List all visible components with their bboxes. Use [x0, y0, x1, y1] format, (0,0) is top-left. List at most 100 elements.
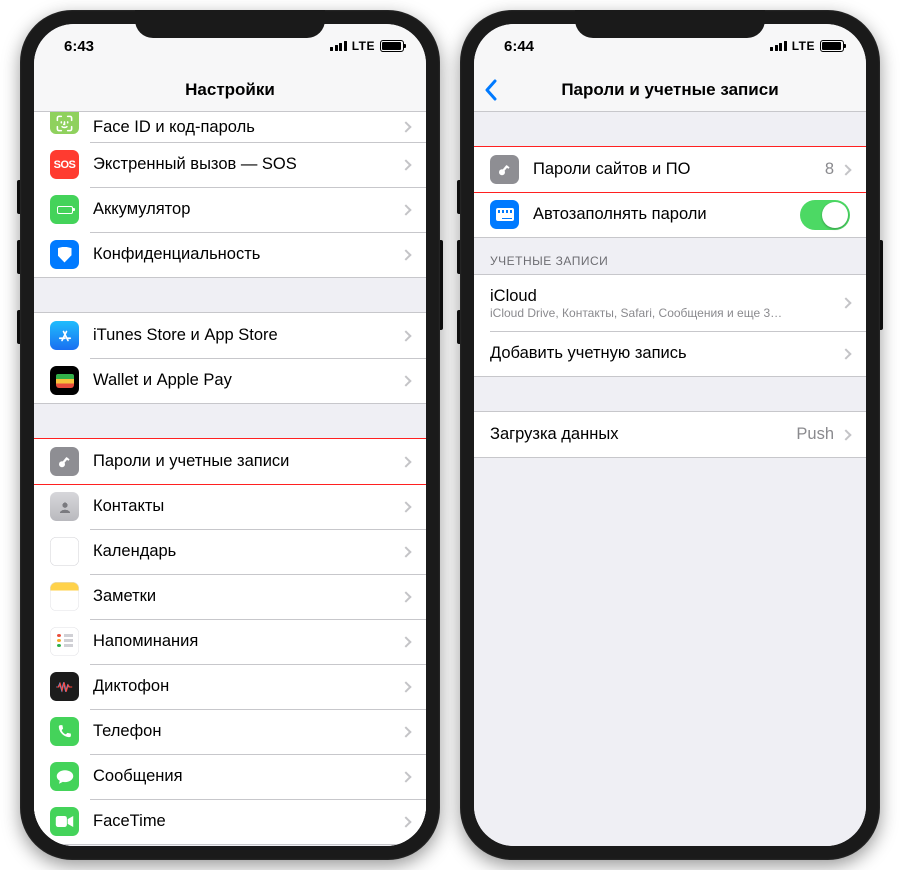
- row-add-account[interactable]: Добавить учетную запись: [474, 331, 866, 376]
- row-label: Пароли сайтов и ПО: [533, 160, 825, 179]
- screen-left: 6:43 LTE Настройки Face ID и: [34, 24, 426, 846]
- row-reminders[interactable]: Напоминания: [34, 619, 426, 664]
- page-title: Пароли и учетные записи: [561, 80, 778, 100]
- keyboard-icon: [490, 200, 519, 229]
- row-calendar[interactable]: Календарь: [34, 529, 426, 574]
- group-passwords: Пароли сайтов и ПО 8 Автозаполнять парол…: [474, 146, 866, 238]
- row-facetime[interactable]: FaceTime: [34, 799, 426, 844]
- group-fetch: Загрузка данных Push: [474, 411, 866, 458]
- row-label: Заметки: [93, 587, 402, 606]
- chevron-right-icon: [400, 681, 411, 692]
- row-icloud[interactable]: iCloud iCloud Drive, Контакты, Safari, С…: [474, 275, 866, 331]
- battery-icon: [380, 40, 404, 52]
- wallet-icon: [50, 366, 79, 395]
- row-wallet[interactable]: Wallet и Apple Pay: [34, 358, 426, 403]
- chevron-right-icon: [400, 546, 411, 557]
- chevron-right-icon: [400, 159, 411, 170]
- row-label: Календарь: [93, 542, 402, 561]
- row-label: Face ID и код-пароль: [93, 118, 402, 137]
- chevron-right-icon: [840, 164, 851, 175]
- settings-group-security: Face ID и код-пароль SOS Экстренный вызо…: [34, 112, 426, 278]
- faceid-icon: [50, 112, 79, 134]
- row-passwords[interactable]: Пароли и учетные записи: [34, 439, 426, 484]
- row-battery[interactable]: Аккумулятор: [34, 187, 426, 232]
- status-time: 6:43: [64, 38, 94, 55]
- signal-icon: [770, 41, 787, 51]
- contacts-icon: [50, 492, 79, 521]
- chevron-right-icon: [400, 591, 411, 602]
- settings-list[interactable]: Face ID и код-пароль SOS Экстренный вызо…: [34, 112, 426, 846]
- chevron-right-icon: [840, 429, 851, 440]
- chevron-left-icon: [484, 79, 497, 101]
- carrier-label: LTE: [352, 39, 375, 53]
- calendar-icon: [50, 537, 79, 566]
- status-right: LTE: [330, 39, 404, 53]
- row-label: Пароли и учетные записи: [93, 452, 402, 471]
- sos-icon: SOS: [50, 150, 79, 179]
- signal-icon: [330, 41, 347, 51]
- row-label: Напоминания: [93, 632, 402, 651]
- separator: [34, 404, 426, 438]
- row-contacts[interactable]: Контакты: [34, 484, 426, 529]
- row-autofill[interactable]: Автозаполнять пароли: [474, 192, 866, 237]
- chevron-right-icon: [840, 297, 851, 308]
- phone-icon: [50, 717, 79, 746]
- row-fetch[interactable]: Загрузка данных Push: [474, 412, 866, 457]
- nav-bar: Настройки: [34, 68, 426, 112]
- status-time: 6:44: [504, 38, 534, 55]
- row-detail: 8: [825, 160, 834, 179]
- settings-group-store: iTunes Store и App Store Wallet и Apple …: [34, 312, 426, 404]
- key-icon: [50, 447, 79, 476]
- group-accounts: iCloud iCloud Drive, Контакты, Safari, С…: [474, 274, 866, 377]
- row-label: iTunes Store и App Store: [93, 326, 402, 345]
- settings-group-accounts: Пароли и учетные записи Контакты Календа…: [34, 438, 426, 845]
- phone-left: 6:43 LTE Настройки Face ID и: [20, 10, 440, 860]
- row-label: Аккумулятор: [93, 200, 402, 219]
- row-subtitle: iCloud Drive, Контакты, Safari, Сообщени…: [490, 306, 842, 320]
- voice-icon: [50, 672, 79, 701]
- section-header-accounts: УЧЕТНЫЕ ЗАПИСИ: [474, 238, 866, 274]
- nav-bar: Пароли и учетные записи: [474, 68, 866, 112]
- facetime-icon: [50, 807, 79, 836]
- chevron-right-icon: [400, 121, 411, 132]
- row-privacy[interactable]: Конфиденциальность: [34, 232, 426, 277]
- phone-right: 6:44 LTE Пароли и учетные записи Пароли …: [460, 10, 880, 860]
- chevron-right-icon: [400, 816, 411, 827]
- row-voice[interactable]: Диктофон: [34, 664, 426, 709]
- chevron-right-icon: [400, 771, 411, 782]
- separator: [34, 278, 426, 312]
- row-label: Телефон: [93, 722, 402, 741]
- reminders-icon: [50, 627, 79, 656]
- row-label: FaceTime: [93, 812, 402, 831]
- row-appstore[interactable]: iTunes Store и App Store: [34, 313, 426, 358]
- row-sos[interactable]: SOS Экстренный вызов — SOS: [34, 142, 426, 187]
- row-label: Контакты: [93, 497, 402, 516]
- back-button[interactable]: [484, 68, 497, 112]
- chevron-right-icon: [400, 726, 411, 737]
- row-label: Диктофон: [93, 677, 402, 696]
- battery-icon: [50, 195, 79, 224]
- chevron-right-icon: [400, 204, 411, 215]
- carrier-label: LTE: [792, 39, 815, 53]
- notch: [135, 10, 325, 38]
- row-label: Wallet и Apple Pay: [93, 371, 402, 390]
- screen-right: 6:44 LTE Пароли и учетные записи Пароли …: [474, 24, 866, 846]
- messages-icon: [50, 762, 79, 791]
- row-phone[interactable]: Телефон: [34, 709, 426, 754]
- chevron-right-icon: [400, 456, 411, 467]
- separator: [474, 112, 866, 146]
- row-faceid[interactable]: Face ID и код-пароль: [34, 112, 426, 142]
- privacy-icon: [50, 240, 79, 269]
- row-label: Экстренный вызов — SOS: [93, 155, 402, 174]
- row-messages[interactable]: Сообщения: [34, 754, 426, 799]
- row-site-passwords[interactable]: Пароли сайтов и ПО 8: [474, 147, 866, 192]
- row-label: Загрузка данных: [490, 425, 796, 444]
- row-label: Сообщения: [93, 767, 402, 786]
- battery-icon: [820, 40, 844, 52]
- separator: [474, 377, 866, 411]
- row-label: Добавить учетную запись: [490, 344, 842, 363]
- row-detail: Push: [796, 425, 834, 444]
- passwords-list[interactable]: Пароли сайтов и ПО 8 Автозаполнять парол…: [474, 112, 866, 846]
- autofill-toggle[interactable]: [800, 200, 850, 230]
- row-notes[interactable]: Заметки: [34, 574, 426, 619]
